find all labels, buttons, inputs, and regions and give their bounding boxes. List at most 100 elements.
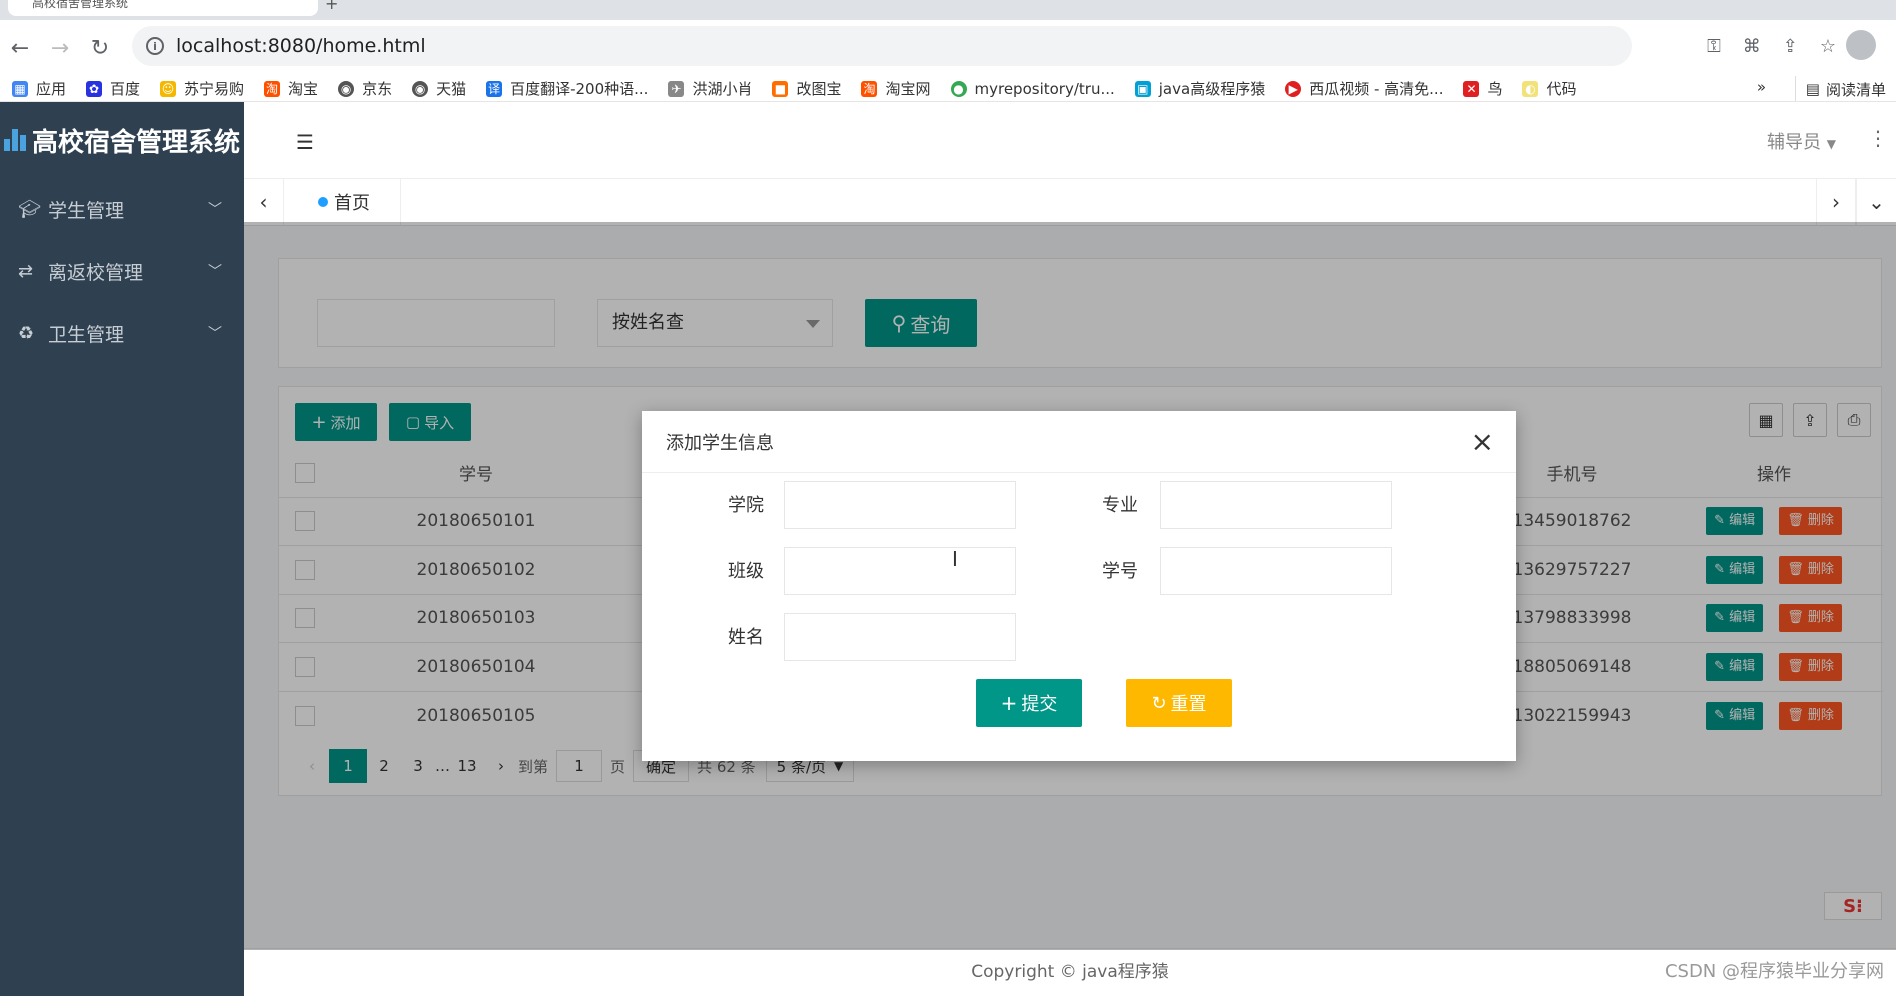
share-icon[interactable]: ⇪: [1783, 36, 1798, 57]
recycle-icon: ♻: [18, 322, 35, 344]
code-icon: ◐: [1522, 80, 1539, 97]
globe-icon: ◉: [412, 80, 429, 97]
bookmark-item[interactable]: ☺ 苏宁易购: [160, 78, 244, 99]
college-field[interactable]: [784, 481, 1016, 529]
xigua-icon: ▶: [1285, 80, 1302, 97]
add-student-modal: 添加学生信息 × 学院 专业 班级 学号 姓名 I + 提交 ↻ 重置: [642, 411, 1516, 761]
more-vertical-icon[interactable]: ⋮: [1868, 126, 1888, 150]
bookmark-label: 西瓜视频 - 高清免...: [1309, 80, 1444, 98]
bookmark-item[interactable]: ▶ 西瓜视频 - 高清免...: [1285, 78, 1443, 99]
menu-toggle-icon[interactable]: ☰: [296, 130, 314, 154]
apps-icon: ▦: [12, 80, 28, 97]
submit-button[interactable]: + 提交: [976, 679, 1082, 727]
bookmark-label: 应用: [36, 80, 67, 98]
role-label: 辅导员: [1767, 132, 1822, 153]
sidebar-item-leave-return[interactable]: ⇄ 离返校管理 ﹀: [0, 240, 244, 302]
graduation-cap-icon: 🎓︎: [18, 198, 41, 220]
bookmark-item[interactable]: ✿ 百度: [86, 78, 140, 99]
submit-label: 提交: [1021, 694, 1058, 715]
key-icon[interactable]: ⚿: [1707, 36, 1721, 57]
reading-list-icon: ▤: [1805, 80, 1820, 98]
reading-list-button[interactable]: ▤ 阅读清单: [1794, 76, 1896, 101]
baidu-icon: ✿: [86, 80, 103, 97]
bookmark-favicon-icon: ✈: [668, 80, 685, 97]
tab-scroll-left-icon[interactable]: ‹: [244, 179, 284, 225]
major-field[interactable]: [1160, 481, 1392, 529]
chevron-down-icon: ﹀: [208, 264, 222, 280]
bookmark-label: 鸟: [1487, 80, 1503, 98]
bookmark-item[interactable]: ▣ java高级程序猿: [1134, 78, 1266, 99]
bookmark-item[interactable]: ▦ 应用: [12, 78, 66, 99]
chevron-down-icon: ﹀: [208, 326, 222, 342]
sidebar-item-student[interactable]: 🎓︎ 学生管理 ﹀: [0, 178, 244, 240]
bookmark-label: 百度翻译-200种语...: [510, 80, 649, 98]
bookmark-label: 洪湖小肖: [692, 80, 753, 98]
bookmark-item[interactable]: ◉ 天猫: [412, 78, 466, 99]
bookmarks-bar: ▦ 应用 ✿ 百度 ☺ 苏宁易购 淘淘宝 ◉ 京东 ◉ 天猫 译百度翻译-200种语...…: [0, 76, 1896, 102]
bookmark-item[interactable]: ✈ 洪湖小肖: [668, 78, 752, 99]
bookmark-label: myrepository/tru...: [974, 79, 1115, 98]
translate-icon[interactable]: ⌘: [1743, 36, 1761, 57]
refresh-icon: ↻: [1151, 692, 1167, 714]
top-header: ☰ 辅导员 ▼ ⋮: [244, 102, 1896, 178]
page-footer: Copyright © java程序猿 CSDN @程序猿毕业分享网: [244, 948, 1896, 996]
bookmark-favicon-icon: ■: [772, 80, 789, 97]
bookmark-label: 苏宁易购: [184, 80, 245, 98]
bookmark-item[interactable]: ◉ 京东: [338, 78, 392, 99]
user-role-menu[interactable]: 辅导员 ▼: [1767, 128, 1836, 154]
name-label: 姓名: [728, 627, 764, 648]
text-cursor-icon: I: [952, 547, 958, 571]
taobao-icon: 淘: [264, 80, 281, 97]
reload-icon[interactable]: ↻: [80, 36, 120, 61]
bookmark-label: 改图宝: [796, 80, 842, 98]
student-no-label: 学号: [1102, 561, 1138, 582]
student-no-field[interactable]: [1160, 547, 1392, 595]
address-bar[interactable]: i localhost:8080/home.html: [132, 26, 1632, 66]
page-tab-bar: ‹ 首页 › ⌄: [244, 178, 1896, 226]
back-icon[interactable]: ←: [0, 36, 40, 61]
class-label: 班级: [728, 561, 764, 582]
college-label: 学院: [728, 495, 764, 516]
bookmark-item[interactable]: ■ 改图宝: [772, 78, 841, 99]
bookmark-item[interactable]: 淘淘宝网: [861, 78, 931, 99]
tab-menu-chevron-icon[interactable]: ⌄: [1856, 179, 1896, 225]
exchange-icon: ⇄: [18, 260, 34, 282]
bookmarks-more-icon[interactable]: »: [1757, 78, 1766, 96]
profile-avatar[interactable]: [1846, 30, 1876, 60]
class-field[interactable]: [784, 547, 1016, 595]
globe-icon: ◉: [338, 80, 355, 97]
bookmark-label: java高级程序猿: [1158, 80, 1266, 98]
forward-icon[interactable]: →: [40, 36, 80, 61]
reading-list-label: 阅读清单: [1825, 80, 1886, 99]
star-icon[interactable]: ☆: [1820, 36, 1836, 57]
reset-button[interactable]: ↻ 重置: [1126, 679, 1232, 727]
csdn-watermark: CSDN @程序猿毕业分享网: [1664, 961, 1884, 982]
close-icon[interactable]: ×: [1471, 425, 1494, 458]
omnibox-actions: ⚿ ⌘ ⇪ ☆: [1707, 26, 1836, 66]
bookmark-item[interactable]: ◐ 代码: [1522, 78, 1577, 99]
bookmark-label: 天猫: [436, 80, 467, 98]
sidebar-item-hygiene[interactable]: ♻ 卫生管理 ﹀: [0, 302, 244, 364]
tab-scroll-right-icon[interactable]: ›: [1816, 179, 1856, 225]
logo-text: 高校宿舍管理系统: [32, 127, 241, 158]
browser-address-row: ← → ↻ i localhost:8080/home.html ⚿ ⌘ ⇪ ☆: [0, 20, 1896, 76]
sidebar-item-label: 学生管理: [48, 199, 125, 222]
bookmark-item[interactable]: 淘淘宝: [264, 78, 318, 99]
browser-tab[interactable]: 高校宿舍管理系统: [8, 0, 318, 16]
browser-tab-strip: 高校宿舍管理系统 +: [0, 0, 1896, 20]
sidebar-item-label: 卫生管理: [48, 323, 125, 346]
bookmark-item[interactable]: ✕ 鸟: [1463, 78, 1502, 99]
name-field[interactable]: [784, 613, 1016, 661]
bilibili-icon: ▣: [1134, 80, 1151, 97]
new-tab-icon[interactable]: +: [325, 0, 338, 13]
taobao-icon: 淘: [861, 80, 878, 97]
modal-title: 添加学生信息: [666, 432, 774, 454]
tab-home[interactable]: 首页: [288, 179, 401, 225]
active-dot-icon: [318, 197, 328, 207]
bookmark-item[interactable]: 译百度翻译-200种语...: [486, 78, 648, 99]
copyright-text: Copyright © java程序猿: [971, 962, 1169, 982]
bookmark-item[interactable]: ● myrepository/tru...: [950, 79, 1115, 98]
site-info-icon[interactable]: i: [146, 37, 164, 55]
bird-icon: ✕: [1463, 80, 1480, 97]
major-label: 专业: [1102, 495, 1138, 516]
